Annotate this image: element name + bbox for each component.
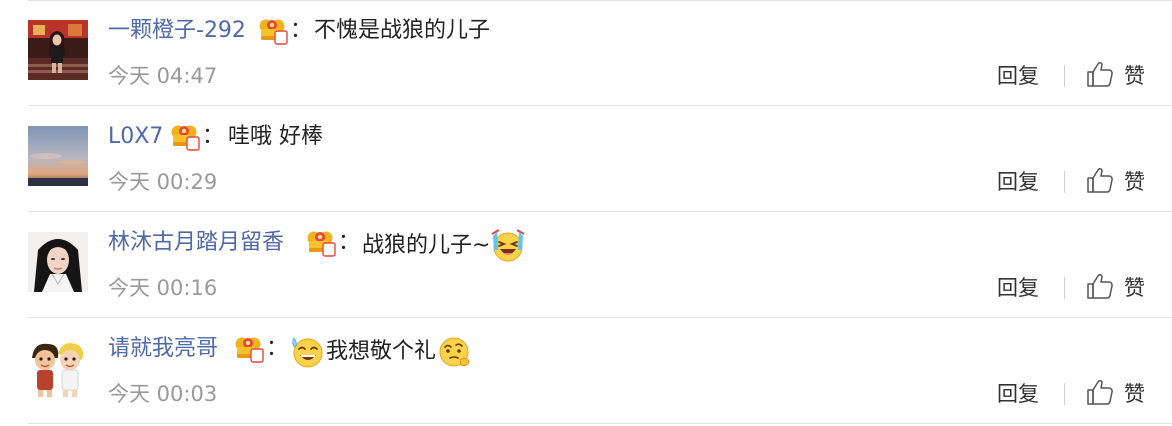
comment-text: 战狼的儿子~: [362, 233, 491, 258]
member-crown-badge-icon: [306, 228, 336, 258]
reply-button[interactable]: 回复: [997, 380, 1039, 408]
comment-text: 哇哦 好棒: [228, 124, 323, 149]
avatar[interactable]: [28, 338, 88, 398]
colon: ：: [202, 124, 225, 149]
action-divider: [1064, 171, 1065, 193]
member-crown-badge-icon: [170, 122, 200, 152]
timestamp: 今天 04:47: [108, 64, 218, 88]
laughing-tears-emoji: [491, 229, 525, 262]
comment-text: 我想敬个礼: [326, 339, 437, 364]
username[interactable]: L0X7: [108, 122, 163, 152]
colon: ：: [266, 336, 289, 361]
avatar[interactable]: [28, 232, 88, 292]
thinking-emoji: [439, 337, 470, 367]
sweat-smile-emoji: [292, 337, 323, 368]
reply-button[interactable]: 回复: [997, 168, 1039, 196]
comment-item: 林沐古月踏月留香 ： 战狼的儿子~ 今天 00:16 回复 赞: [0, 212, 1172, 317]
comment-item: 一颗橙子-292 ： 不愧是战狼的儿子 今天 04:47 回复 赞: [0, 0, 1172, 105]
comment-content: 哇哦 好棒: [228, 122, 323, 152]
like-button[interactable]: 赞: [1124, 380, 1145, 408]
comment-content: 不愧是战狼的儿子: [314, 16, 490, 46]
comment-item: 请就我亮哥 ： 我想敬个礼 今天 00:03 回复 赞: [0, 318, 1172, 423]
avatar[interactable]: [28, 126, 88, 186]
action-divider: [1064, 65, 1065, 87]
action-divider: [1064, 277, 1065, 299]
username[interactable]: 林沐古月踏月留香: [108, 228, 284, 258]
username[interactable]: 一颗橙子-292: [108, 16, 246, 46]
reply-button[interactable]: 回复: [997, 274, 1039, 302]
avatar[interactable]: [28, 20, 88, 80]
like-button[interactable]: 赞: [1124, 62, 1145, 90]
comment-text: 不愧是战狼的儿子: [314, 18, 491, 43]
separator: [28, 423, 1172, 424]
thumbs-up-icon[interactable]: [1085, 165, 1115, 195]
reply-button[interactable]: 回复: [997, 62, 1039, 90]
timestamp: 今天 00:16: [108, 276, 218, 300]
thumbs-up-icon[interactable]: [1085, 377, 1115, 407]
timestamp: 今天 00:03: [108, 382, 218, 406]
timestamp: 今天 00:29: [108, 170, 218, 194]
thumbs-up-icon[interactable]: [1085, 59, 1115, 89]
like-button[interactable]: 赞: [1124, 168, 1145, 196]
comment-content: 战狼的儿子~: [362, 228, 526, 264]
member-crown-badge-icon: [258, 16, 288, 46]
colon: ：: [338, 230, 361, 255]
thumbs-up-icon[interactable]: [1085, 271, 1115, 301]
action-divider: [1064, 383, 1065, 405]
username[interactable]: 请就我亮哥: [108, 334, 218, 364]
comment-content: 我想敬个礼: [290, 334, 472, 370]
comment-list: 一颗橙子-292 ： 不愧是战狼的儿子 今天 04:47 回复 赞 L0X7 ：…: [0, 0, 1172, 426]
colon: ：: [290, 18, 313, 43]
comment-item: L0X7 ： 哇哦 好棒 今天 00:29 回复 赞: [0, 106, 1172, 211]
member-crown-badge-icon: [234, 334, 264, 364]
like-button[interactable]: 赞: [1124, 274, 1145, 302]
